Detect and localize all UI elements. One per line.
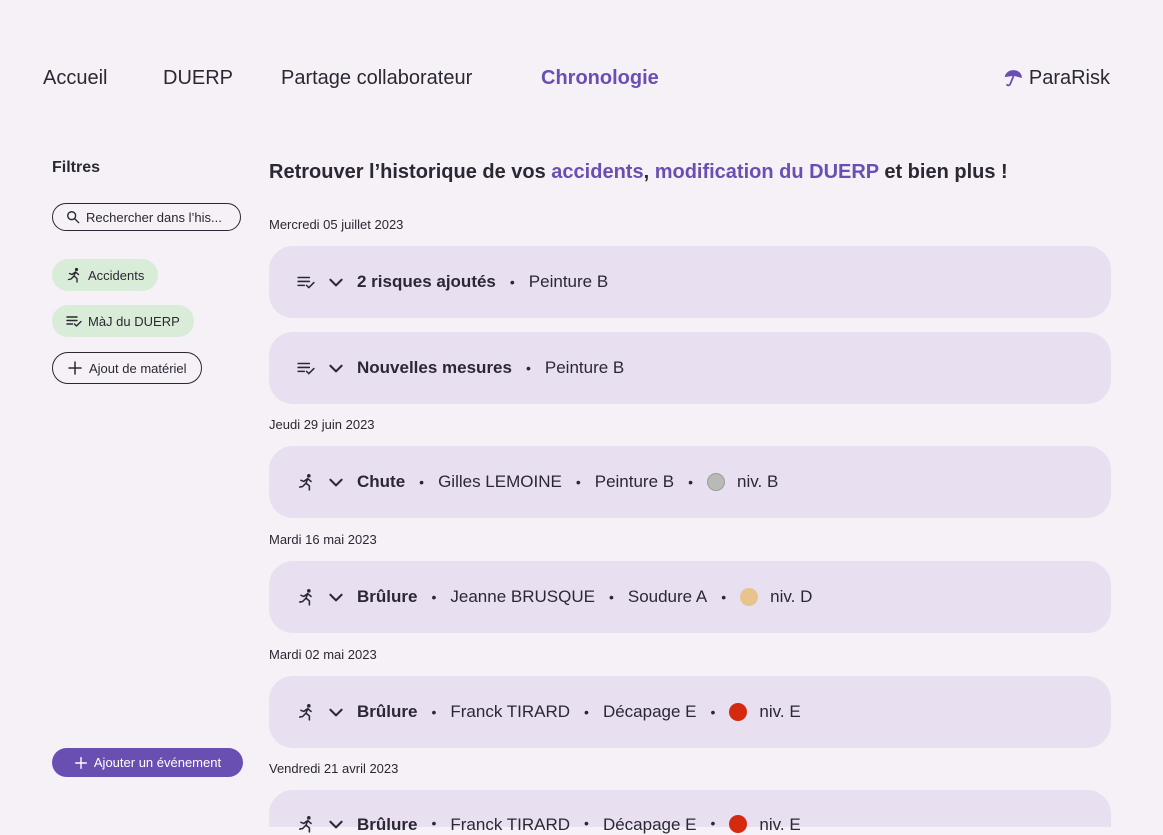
date-label: Jeudi 29 juin 2023 — [269, 417, 375, 432]
checklist-icon — [297, 359, 315, 377]
search-input[interactable] — [86, 209, 226, 225]
separator-dot: • — [431, 815, 437, 831]
severity-dot — [707, 473, 726, 491]
search-icon — [67, 211, 80, 224]
nav-accueil[interactable]: Accueil — [43, 64, 107, 92]
event-workshop: Décapage E — [602, 815, 697, 834]
timeline-event-card[interactable]: Chute • Gilles LEMOINE • Peinture B • ni… — [269, 446, 1111, 518]
brand-name: ParaRisk — [1028, 67, 1110, 89]
falling-person-icon — [297, 588, 315, 606]
event-person: Jeanne BRUSQUE — [450, 587, 595, 606]
nav-chronologie[interactable]: Chronologie — [541, 64, 659, 92]
title-highlight-accidents[interactable]: accidents — [551, 161, 643, 183]
separator-dot: • — [575, 474, 581, 490]
filter-chip-label: Accidents — [88, 267, 145, 283]
chevron-down-icon[interactable] — [327, 359, 345, 377]
event-title: Brûlure — [357, 702, 418, 721]
falling-person-icon — [297, 703, 315, 721]
timeline-event-card[interactable]: Nouvelles mesures • Peinture B — [269, 332, 1111, 404]
checklist-icon — [297, 273, 315, 291]
filters-sidebar: Filtres Accidents MàJ du DUERP Ajout de … — [52, 158, 244, 384]
date-label: Mercredi 05 juillet 2023 — [269, 217, 404, 232]
event-workshop: Soudure A — [627, 587, 708, 606]
umbrella-icon — [1004, 70, 1022, 87]
falling-person-icon — [297, 473, 315, 491]
chevron-down-icon[interactable] — [327, 473, 345, 491]
search-box[interactable] — [52, 203, 241, 231]
event-person: Franck TIRARD — [450, 702, 571, 721]
timeline-event-card[interactable]: Brûlure • Jeanne BRUSQUE • Soudure A • n… — [269, 561, 1111, 633]
timeline-event-card[interactable]: 2 risques ajoutés • Peinture B — [269, 246, 1111, 318]
event-workshop: Décapage E — [602, 702, 697, 721]
timeline-event-card[interactable]: Brûlure • Franck TIRARD • Décapage E • n… — [269, 676, 1111, 748]
separator-dot: • — [721, 589, 727, 605]
title-text: Retrouver l’historique de vos — [269, 161, 552, 183]
separator-dot: • — [688, 474, 694, 490]
severity-dot — [729, 815, 748, 833]
event-title: 2 risques ajoutés — [357, 272, 496, 291]
event-level: niv. B — [737, 472, 779, 491]
chevron-down-icon[interactable] — [327, 703, 345, 721]
date-label: Mardi 16 mai 2023 — [269, 532, 377, 547]
separator-dot: • — [710, 815, 716, 831]
severity-dot — [740, 588, 759, 606]
filter-chip-duerp[interactable]: MàJ du DUERP — [52, 305, 194, 337]
event-title: Brûlure — [357, 815, 418, 834]
top-nav: Accueil DUERP Partage collaborateur Chro… — [0, 64, 1163, 94]
falling-person-icon — [67, 267, 80, 283]
title-text: et bien plus ! — [878, 161, 1008, 183]
event-workshop: Peinture B — [544, 358, 625, 377]
separator-dot: • — [419, 474, 425, 490]
event-level: niv. E — [759, 815, 801, 834]
chevron-down-icon[interactable] — [327, 588, 345, 606]
page-title: Retrouver l’historique de vos accidents,… — [269, 158, 1008, 186]
event-title: Brûlure — [357, 587, 418, 606]
separator-dot: • — [584, 704, 589, 720]
date-label: Vendredi 21 avril 2023 — [269, 761, 399, 776]
title-separator: , — [643, 161, 655, 183]
add-event-button[interactable]: Ajouter un événement — [52, 748, 243, 777]
event-level: niv. E — [759, 702, 801, 721]
falling-person-icon — [297, 815, 315, 833]
filters-title: Filtres — [52, 159, 101, 176]
checklist-icon — [66, 316, 82, 327]
nav-partage-collaborateur[interactable]: Partage collaborateur — [281, 64, 472, 92]
add-event-label: Ajouter un événement — [93, 755, 222, 770]
chevron-down-icon[interactable] — [327, 273, 345, 291]
nav-duerp[interactable]: DUERP — [163, 64, 233, 92]
event-person: Franck TIRARD — [450, 815, 571, 834]
event-workshop: Peinture B — [528, 272, 609, 291]
separator-dot: • — [525, 360, 531, 376]
filter-chip-label: MàJ du DUERP — [88, 313, 180, 329]
event-title: Chute — [357, 472, 406, 491]
event-title: Nouvelles mesures — [357, 358, 512, 377]
brand-logo[interactable]: ParaRisk — [1002, 64, 1110, 92]
chevron-down-icon[interactable] — [327, 815, 345, 833]
separator-dot: • — [608, 589, 614, 605]
separator-dot: • — [431, 704, 437, 720]
severity-dot — [729, 703, 748, 721]
timeline-event-card[interactable]: Brûlure • Franck TIRARD • Décapage E • n… — [269, 790, 1111, 834]
event-level: niv. D — [770, 587, 813, 606]
event-person: Gilles LEMOINE — [438, 472, 562, 491]
event-workshop: Peinture B — [594, 472, 675, 491]
title-highlight-duerp[interactable]: modification du DUERP — [655, 161, 879, 183]
plus-icon — [68, 361, 82, 375]
filter-chip-accidents[interactable]: Accidents — [52, 259, 159, 291]
filter-chip-label: Ajout de matériel — [89, 360, 187, 376]
separator-dot: • — [509, 274, 515, 290]
plus-icon — [74, 756, 87, 769]
separator-dot: • — [431, 589, 437, 605]
separator-dot: • — [710, 704, 716, 720]
filter-chip-ajout-materiel[interactable]: Ajout de matériel — [52, 352, 202, 384]
date-label: Mardi 02 mai 2023 — [269, 647, 377, 662]
separator-dot: • — [584, 815, 589, 831]
